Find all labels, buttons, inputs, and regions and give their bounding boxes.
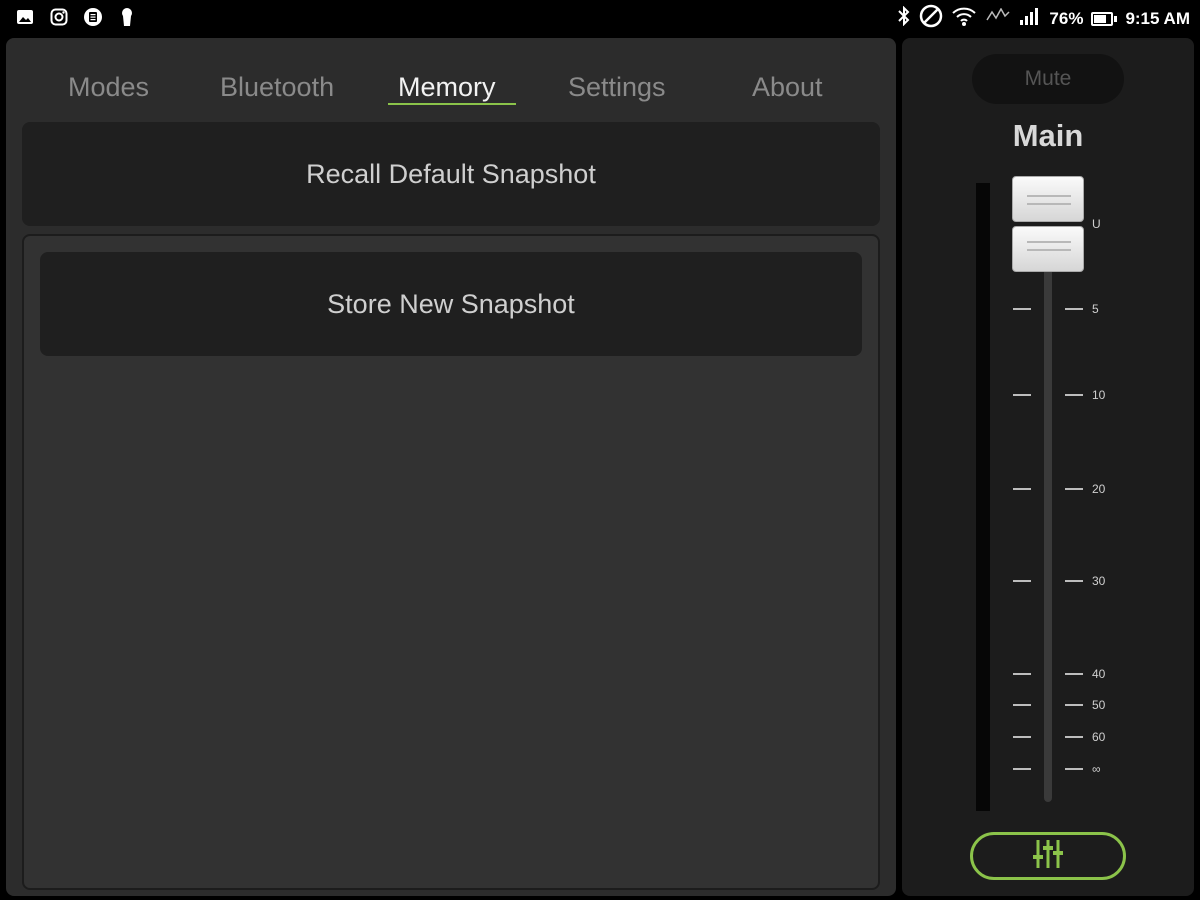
scale-tick bbox=[1065, 673, 1083, 675]
scale-label-u: U bbox=[1092, 217, 1101, 231]
fader-panel: Mute Main U 5 10 20 30 40 50 60 ∞ bbox=[902, 38, 1194, 896]
app-icon bbox=[82, 6, 104, 28]
tab-memory[interactable]: Memory bbox=[398, 72, 496, 103]
main-panel: Modes Bluetooth Memory Settings About Re… bbox=[6, 38, 896, 896]
scale-label-5: 5 bbox=[1092, 302, 1099, 316]
clock: 9:15 AM bbox=[1125, 8, 1190, 28]
recall-default-snapshot-label: Recall Default Snapshot bbox=[306, 158, 596, 189]
scale-tick bbox=[1013, 394, 1031, 396]
signal-icon bbox=[1019, 6, 1041, 31]
scale-tick bbox=[1065, 394, 1083, 396]
instagram-icon bbox=[48, 6, 70, 28]
scale-tick bbox=[1065, 308, 1083, 310]
scale-tick bbox=[1013, 673, 1031, 675]
snapshot-list: Store New Snapshot bbox=[22, 234, 880, 890]
status-bar: 76% 9:15 AM bbox=[0, 0, 1200, 34]
do-not-disturb-icon bbox=[919, 4, 943, 33]
image-icon bbox=[14, 6, 36, 28]
tab-bar: Modes Bluetooth Memory Settings About bbox=[6, 38, 896, 122]
tab-modes[interactable]: Modes bbox=[68, 72, 149, 103]
keyhole-icon bbox=[116, 6, 138, 28]
store-new-snapshot-button[interactable]: Store New Snapshot bbox=[40, 252, 862, 356]
network-icon bbox=[985, 7, 1011, 29]
scale-label-30: 30 bbox=[1092, 574, 1106, 588]
scale-tick bbox=[1065, 736, 1083, 738]
scale-tick bbox=[1065, 488, 1083, 490]
scale-label-40: 40 bbox=[1092, 667, 1106, 681]
mute-label: Mute bbox=[1024, 67, 1072, 90]
mixer-view-button[interactable] bbox=[970, 832, 1126, 880]
channel-name: Main bbox=[1012, 118, 1084, 153]
mute-button[interactable]: Mute bbox=[972, 54, 1124, 104]
scale-tick bbox=[1065, 580, 1083, 582]
scale-label-infinity: ∞ bbox=[1092, 762, 1101, 776]
scale-tick bbox=[1065, 768, 1083, 770]
scale-tick bbox=[1013, 488, 1031, 490]
wifi-icon bbox=[951, 5, 977, 32]
active-tab-indicator bbox=[388, 103, 516, 105]
store-new-snapshot-label: Store New Snapshot bbox=[327, 288, 575, 319]
level-meter bbox=[976, 183, 990, 811]
scale-tick bbox=[1013, 768, 1031, 770]
fader-track[interactable] bbox=[1044, 268, 1052, 802]
scale-tick bbox=[1013, 308, 1031, 310]
battery-icon bbox=[1091, 11, 1118, 26]
scale-tick bbox=[1013, 736, 1031, 738]
scale-label-60: 60 bbox=[1092, 730, 1106, 744]
tab-settings[interactable]: Settings bbox=[568, 72, 666, 103]
tab-bluetooth[interactable]: Bluetooth bbox=[220, 72, 334, 103]
tab-about[interactable]: About bbox=[752, 72, 823, 103]
scale-label-20: 20 bbox=[1092, 482, 1106, 496]
battery-percent: 76% bbox=[1049, 8, 1084, 28]
fader-handle[interactable] bbox=[1012, 176, 1084, 272]
scale-label-10: 10 bbox=[1092, 388, 1106, 402]
scale-tick bbox=[1013, 704, 1031, 706]
recall-default-snapshot-button[interactable]: Recall Default Snapshot bbox=[22, 122, 880, 226]
scale-label-50: 50 bbox=[1092, 698, 1106, 712]
scale-tick bbox=[1013, 580, 1031, 582]
faders-icon bbox=[1031, 837, 1065, 876]
bluetooth-icon bbox=[897, 5, 911, 31]
scale-tick bbox=[1065, 704, 1083, 706]
